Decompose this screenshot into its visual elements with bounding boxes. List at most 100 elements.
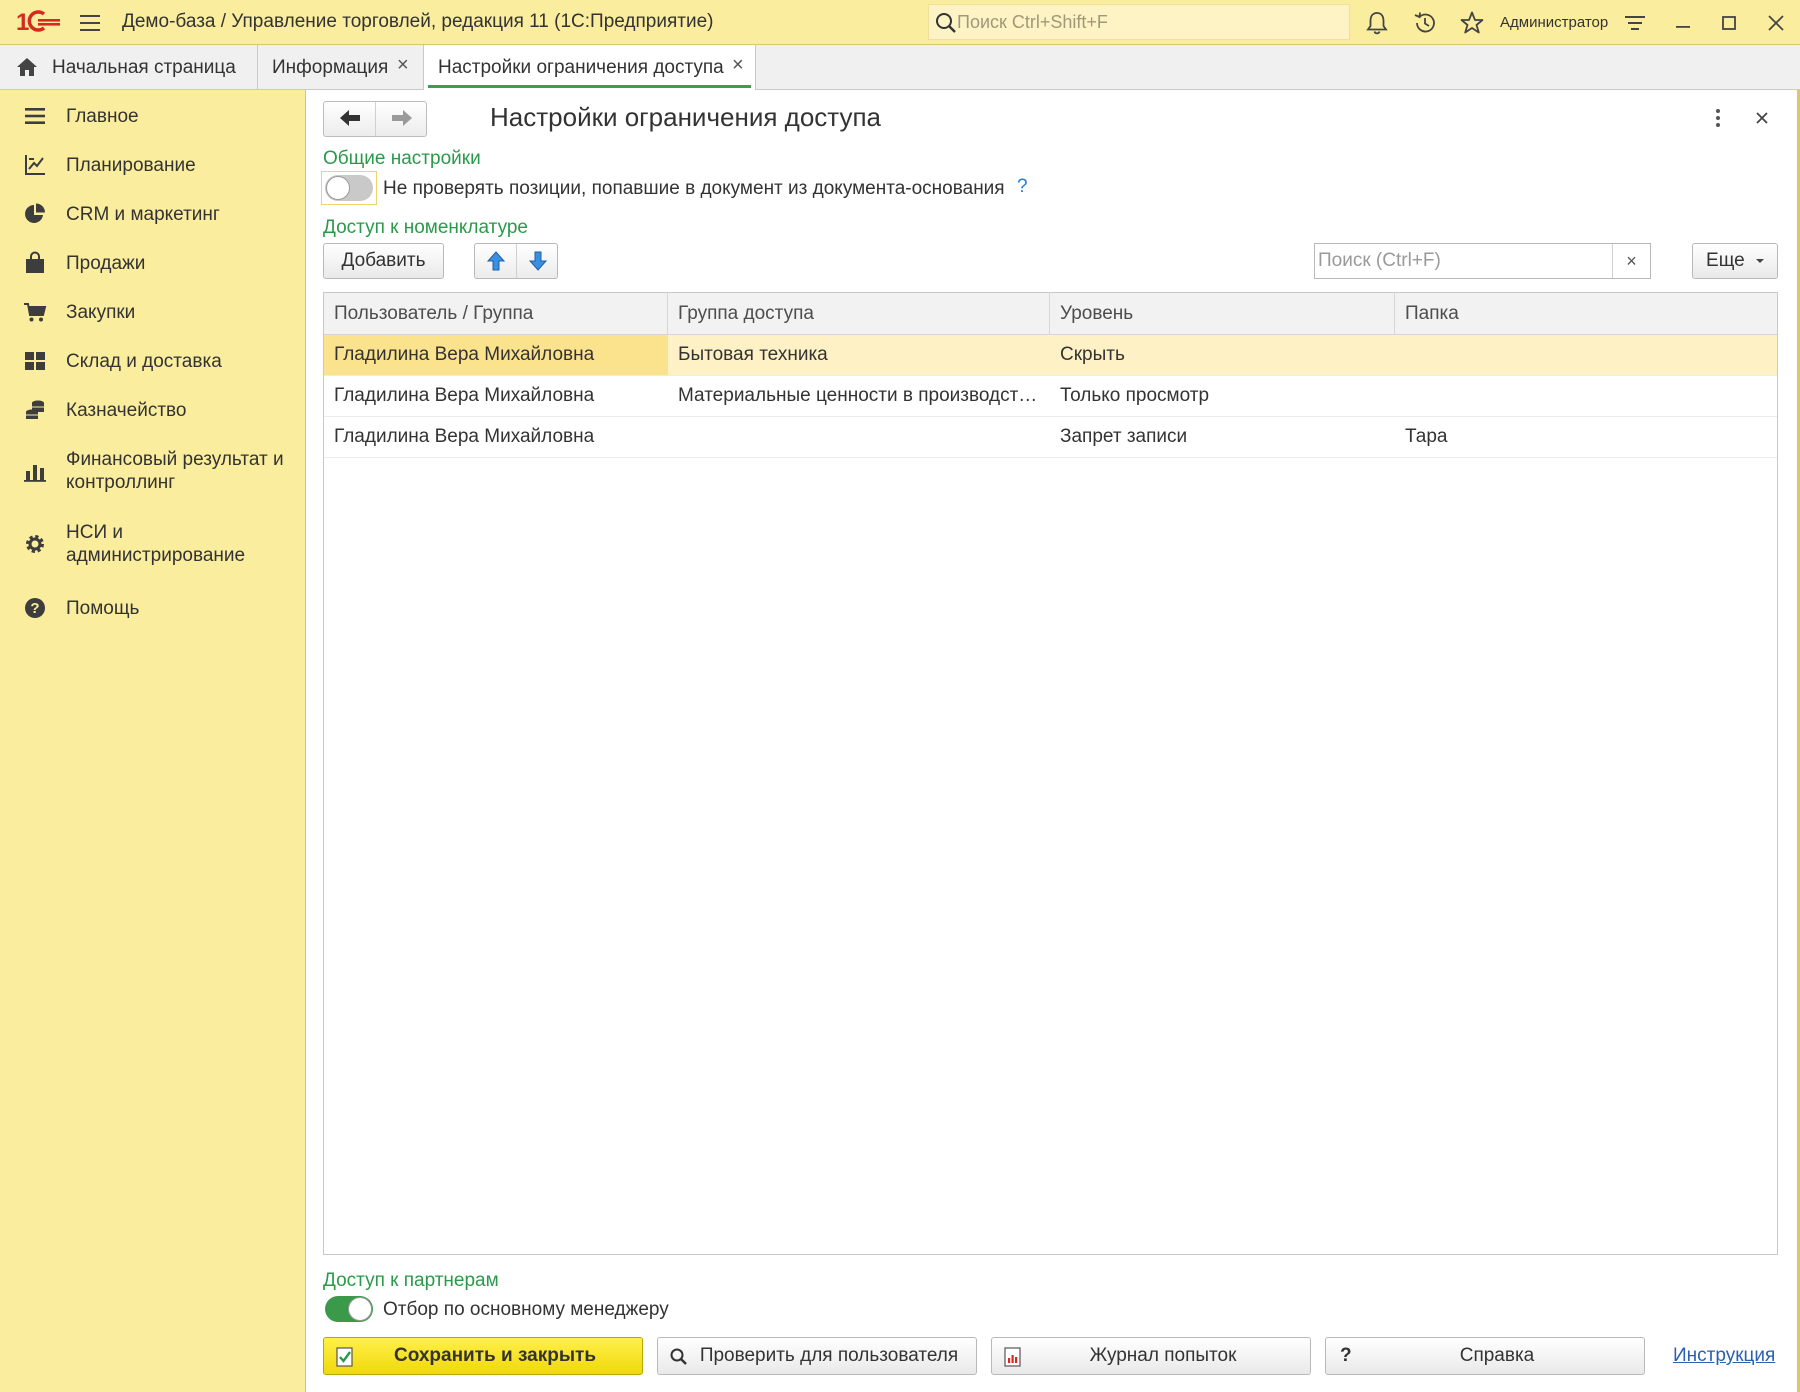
cell-folder[interactable] <box>1395 335 1767 375</box>
gear-icon <box>26 535 44 553</box>
sidebar-item-label: Склад и доставка <box>66 351 222 372</box>
group-nomenclature-access: Доступ к номенклатуре <box>323 217 529 238</box>
sidebar-item-label: НСИ и администрирование <box>66 522 246 566</box>
save-and-close-button[interactable]: Сохранить и закрыть <box>323 1337 643 1375</box>
form-close-icon[interactable] <box>1750 106 1774 130</box>
active-tab-indicator <box>428 85 751 88</box>
forward-button[interactable] <box>376 102 427 136</box>
save-and-close-label: Сохранить и закрыть <box>393 1345 597 1366</box>
cell-user[interactable]: Гладилина Вера Михайловна <box>324 376 668 416</box>
manager-filter-label[interactable]: Отбор по основному менеджеру <box>383 1299 669 1321</box>
main-menu-icon[interactable] <box>76 10 104 36</box>
add-button[interactable]: Добавить <box>323 243 444 279</box>
list-search[interactable]: × <box>1314 243 1651 279</box>
group-general-settings: Общие настройки <box>323 148 481 169</box>
more-button-label: Еще <box>1706 250 1745 271</box>
window-close-icon[interactable] <box>1762 9 1790 37</box>
bell-icon[interactable] <box>1363 9 1391 37</box>
cell-folder[interactable]: Тара <box>1395 417 1767 457</box>
skip-check-toggle[interactable] <box>325 175 373 201</box>
move-up-button[interactable] <box>475 244 516 278</box>
cart-icon <box>24 303 47 322</box>
close-tab-icon[interactable]: × <box>397 54 409 77</box>
more-button[interactable]: Еще <box>1692 243 1778 279</box>
table-row[interactable]: Гладилина Вера Михайловна Запрет записи … <box>324 417 1777 458</box>
instruction-link[interactable]: Инструкция <box>1673 1345 1775 1367</box>
1c-logo-icon[interactable]: 1 <box>16 8 64 36</box>
tab-info[interactable]: Информация × <box>258 45 424 90</box>
global-search[interactable] <box>928 4 1350 40</box>
access-table[interactable]: Пользователь / Группа Группа доступа Уро… <box>323 292 1778 1255</box>
add-button-label: Добавить <box>341 250 426 271</box>
clear-search-button[interactable]: × <box>1612 244 1650 278</box>
cell-level[interactable]: Скрыть <box>1050 335 1385 375</box>
minimize-icon[interactable] <box>1669 9 1697 37</box>
check-for-user-label: Проверить для пользователя <box>699 1345 959 1366</box>
column-header-folder[interactable]: Папка <box>1395 293 1777 335</box>
skip-check-label[interactable]: Не проверять позиции, попавшие в докумен… <box>383 178 1005 200</box>
column-header-level[interactable]: Уровень <box>1050 293 1395 335</box>
column-header-user[interactable]: Пользователь / Группа <box>324 293 668 335</box>
tab-home[interactable]: Начальная страница <box>0 45 258 90</box>
sidebar-item-label: Продажи <box>66 253 146 274</box>
sidebar-item-purchases[interactable]: Закупки <box>0 296 306 328</box>
column-header-access-group[interactable]: Группа доступа <box>668 293 1050 335</box>
help-hint-icon[interactable]: ? <box>1017 176 1028 198</box>
cell-level[interactable]: Запрет записи <box>1050 417 1385 457</box>
back-button[interactable] <box>324 102 375 136</box>
check-for-user-button[interactable]: Проверить для пользователя <box>657 1337 977 1375</box>
sidebar: Главное Планирование CRM и маркетинг Про… <box>0 90 306 1392</box>
sidebar-item-crm[interactable]: CRM и маркетинг <box>0 198 306 230</box>
attempts-log-button[interactable]: Журнал попыток <box>991 1337 1311 1375</box>
cell-access-group[interactable]: Бытовая техника <box>668 335 1040 375</box>
manager-filter-toggle[interactable] <box>325 1296 373 1322</box>
group-partners-access: Доступ к партнерам <box>323 1270 499 1291</box>
more-actions-icon[interactable] <box>1708 106 1728 130</box>
cell-user[interactable]: Гладилина Вера Михайловна <box>324 417 668 457</box>
tab-info-label: Информация <box>272 57 389 78</box>
cell-folder[interactable] <box>1395 376 1767 416</box>
tab-home-label: Начальная страница <box>52 57 236 78</box>
planning-icon <box>25 155 45 175</box>
cell-level[interactable]: Только просмотр <box>1050 376 1385 416</box>
tab-access-settings-label: Настройки ограничения доступа <box>438 57 724 78</box>
bag-icon <box>26 251 44 273</box>
sidebar-item-label: Помощь <box>66 598 140 619</box>
coins-icon <box>26 400 44 419</box>
current-user[interactable]: Администратор <box>1500 14 1608 31</box>
sidebar-item-admin[interactable]: НСИ и администрирование <box>0 519 306 569</box>
global-search-input[interactable] <box>957 6 1337 38</box>
help-icon: ? <box>25 598 45 618</box>
bar-chart-icon <box>24 465 46 482</box>
arrow-up-icon <box>486 251 505 271</box>
close-tab-icon[interactable]: × <box>732 54 744 77</box>
move-buttons <box>474 243 558 279</box>
favorites-star-icon[interactable] <box>1458 9 1486 37</box>
sidebar-item-sales[interactable]: Продажи <box>0 247 306 279</box>
maximize-icon[interactable] <box>1715 9 1743 37</box>
title-bar: 1 Демо-база / Управление торговлей, реда… <box>0 0 1800 45</box>
tab-access-settings[interactable]: Настройки ограничения доступа × <box>424 45 756 90</box>
table-header: Пользователь / Группа Группа доступа Уро… <box>324 293 1777 335</box>
sidebar-item-treasury[interactable]: Казначейство <box>0 394 306 426</box>
settings-menu-icon[interactable] <box>1621 9 1649 37</box>
pie-chart-icon <box>25 203 45 223</box>
cell-access-group[interactable]: Материальные ценности в производстве <box>668 376 1038 416</box>
list-search-input[interactable] <box>1318 245 1604 277</box>
cell-access-group[interactable] <box>668 417 1040 457</box>
sidebar-item-main[interactable]: Главное <box>0 100 306 132</box>
form-title: Настройки ограничения доступа <box>490 102 882 132</box>
table-row[interactable]: Гладилина Вера Михайловна Материальные ц… <box>324 376 1777 417</box>
move-down-button[interactable] <box>517 244 558 278</box>
sidebar-item-finance[interactable]: Финансовый результат и контроллинг <box>0 446 306 496</box>
svg-text:?: ? <box>30 600 39 617</box>
cell-user[interactable]: Гладилина Вера Михайловна <box>324 335 668 375</box>
sidebar-item-warehouse[interactable]: Склад и доставка <box>0 345 306 377</box>
attempts-log-label: Журнал попыток <box>1089 1345 1237 1366</box>
sidebar-item-planning[interactable]: Планирование <box>0 149 306 181</box>
table-row[interactable]: Гладилина Вера Михайловна Бытовая техник… <box>324 335 1777 376</box>
tab-bar: Начальная страница Информация × Настройк… <box>0 45 1800 90</box>
sidebar-item-help[interactable]: ? Помощь <box>0 592 306 624</box>
help-button[interactable]: ? Справка <box>1325 1337 1645 1375</box>
history-icon[interactable] <box>1411 9 1439 37</box>
